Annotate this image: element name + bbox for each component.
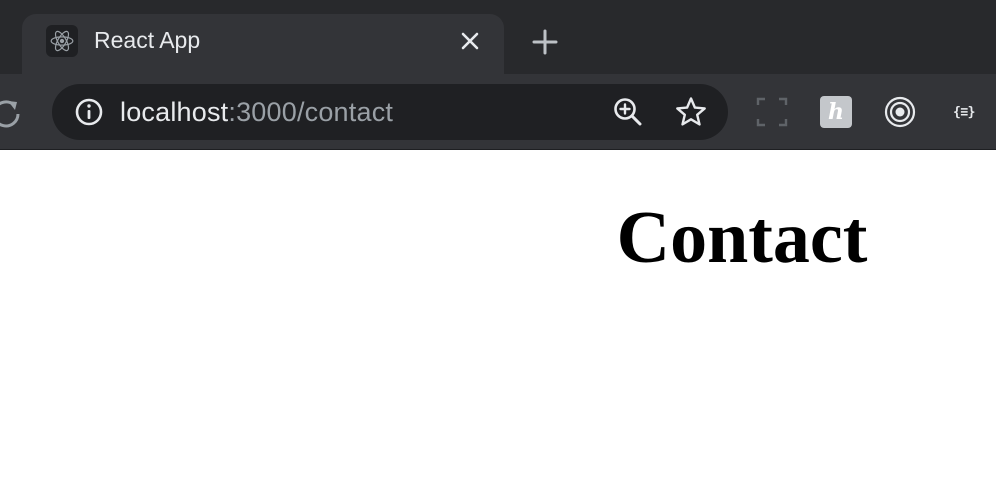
url-path: :3000/contact — [228, 97, 394, 127]
json-viewer-label: {≡} — [953, 104, 975, 120]
target-extension-icon[interactable] — [882, 94, 918, 130]
tab-strip: React App — [0, 0, 996, 74]
close-icon[interactable] — [456, 27, 484, 55]
url-text[interactable]: localhost:3000/contact — [120, 97, 393, 128]
zoom-in-icon[interactable] — [612, 96, 644, 128]
plus-icon[interactable] — [530, 27, 560, 57]
react-logo-icon — [46, 25, 78, 57]
info-icon[interactable] — [74, 97, 104, 127]
h-extension-icon[interactable]: h — [818, 94, 854, 130]
url-host: localhost — [120, 97, 229, 127]
page-heading: Contact — [616, 197, 868, 279]
toolbar: localhost:3000/contact h {≡} — [0, 74, 996, 150]
page-content: Contact — [0, 150, 996, 484]
address-bar[interactable]: localhost:3000/contact — [52, 84, 728, 140]
star-icon[interactable] — [674, 95, 708, 129]
tab-title: React App — [94, 27, 201, 53]
tab-react-app[interactable]: React App — [22, 14, 504, 74]
browser-chrome: React App localhost:3000/contact h {≡} — [0, 0, 996, 150]
reload-icon[interactable] — [0, 97, 22, 131]
screenshot-extension-icon[interactable] — [754, 94, 790, 130]
json-viewer-extension-icon[interactable]: {≡} — [944, 94, 984, 130]
h-extension-label: h — [820, 96, 852, 128]
